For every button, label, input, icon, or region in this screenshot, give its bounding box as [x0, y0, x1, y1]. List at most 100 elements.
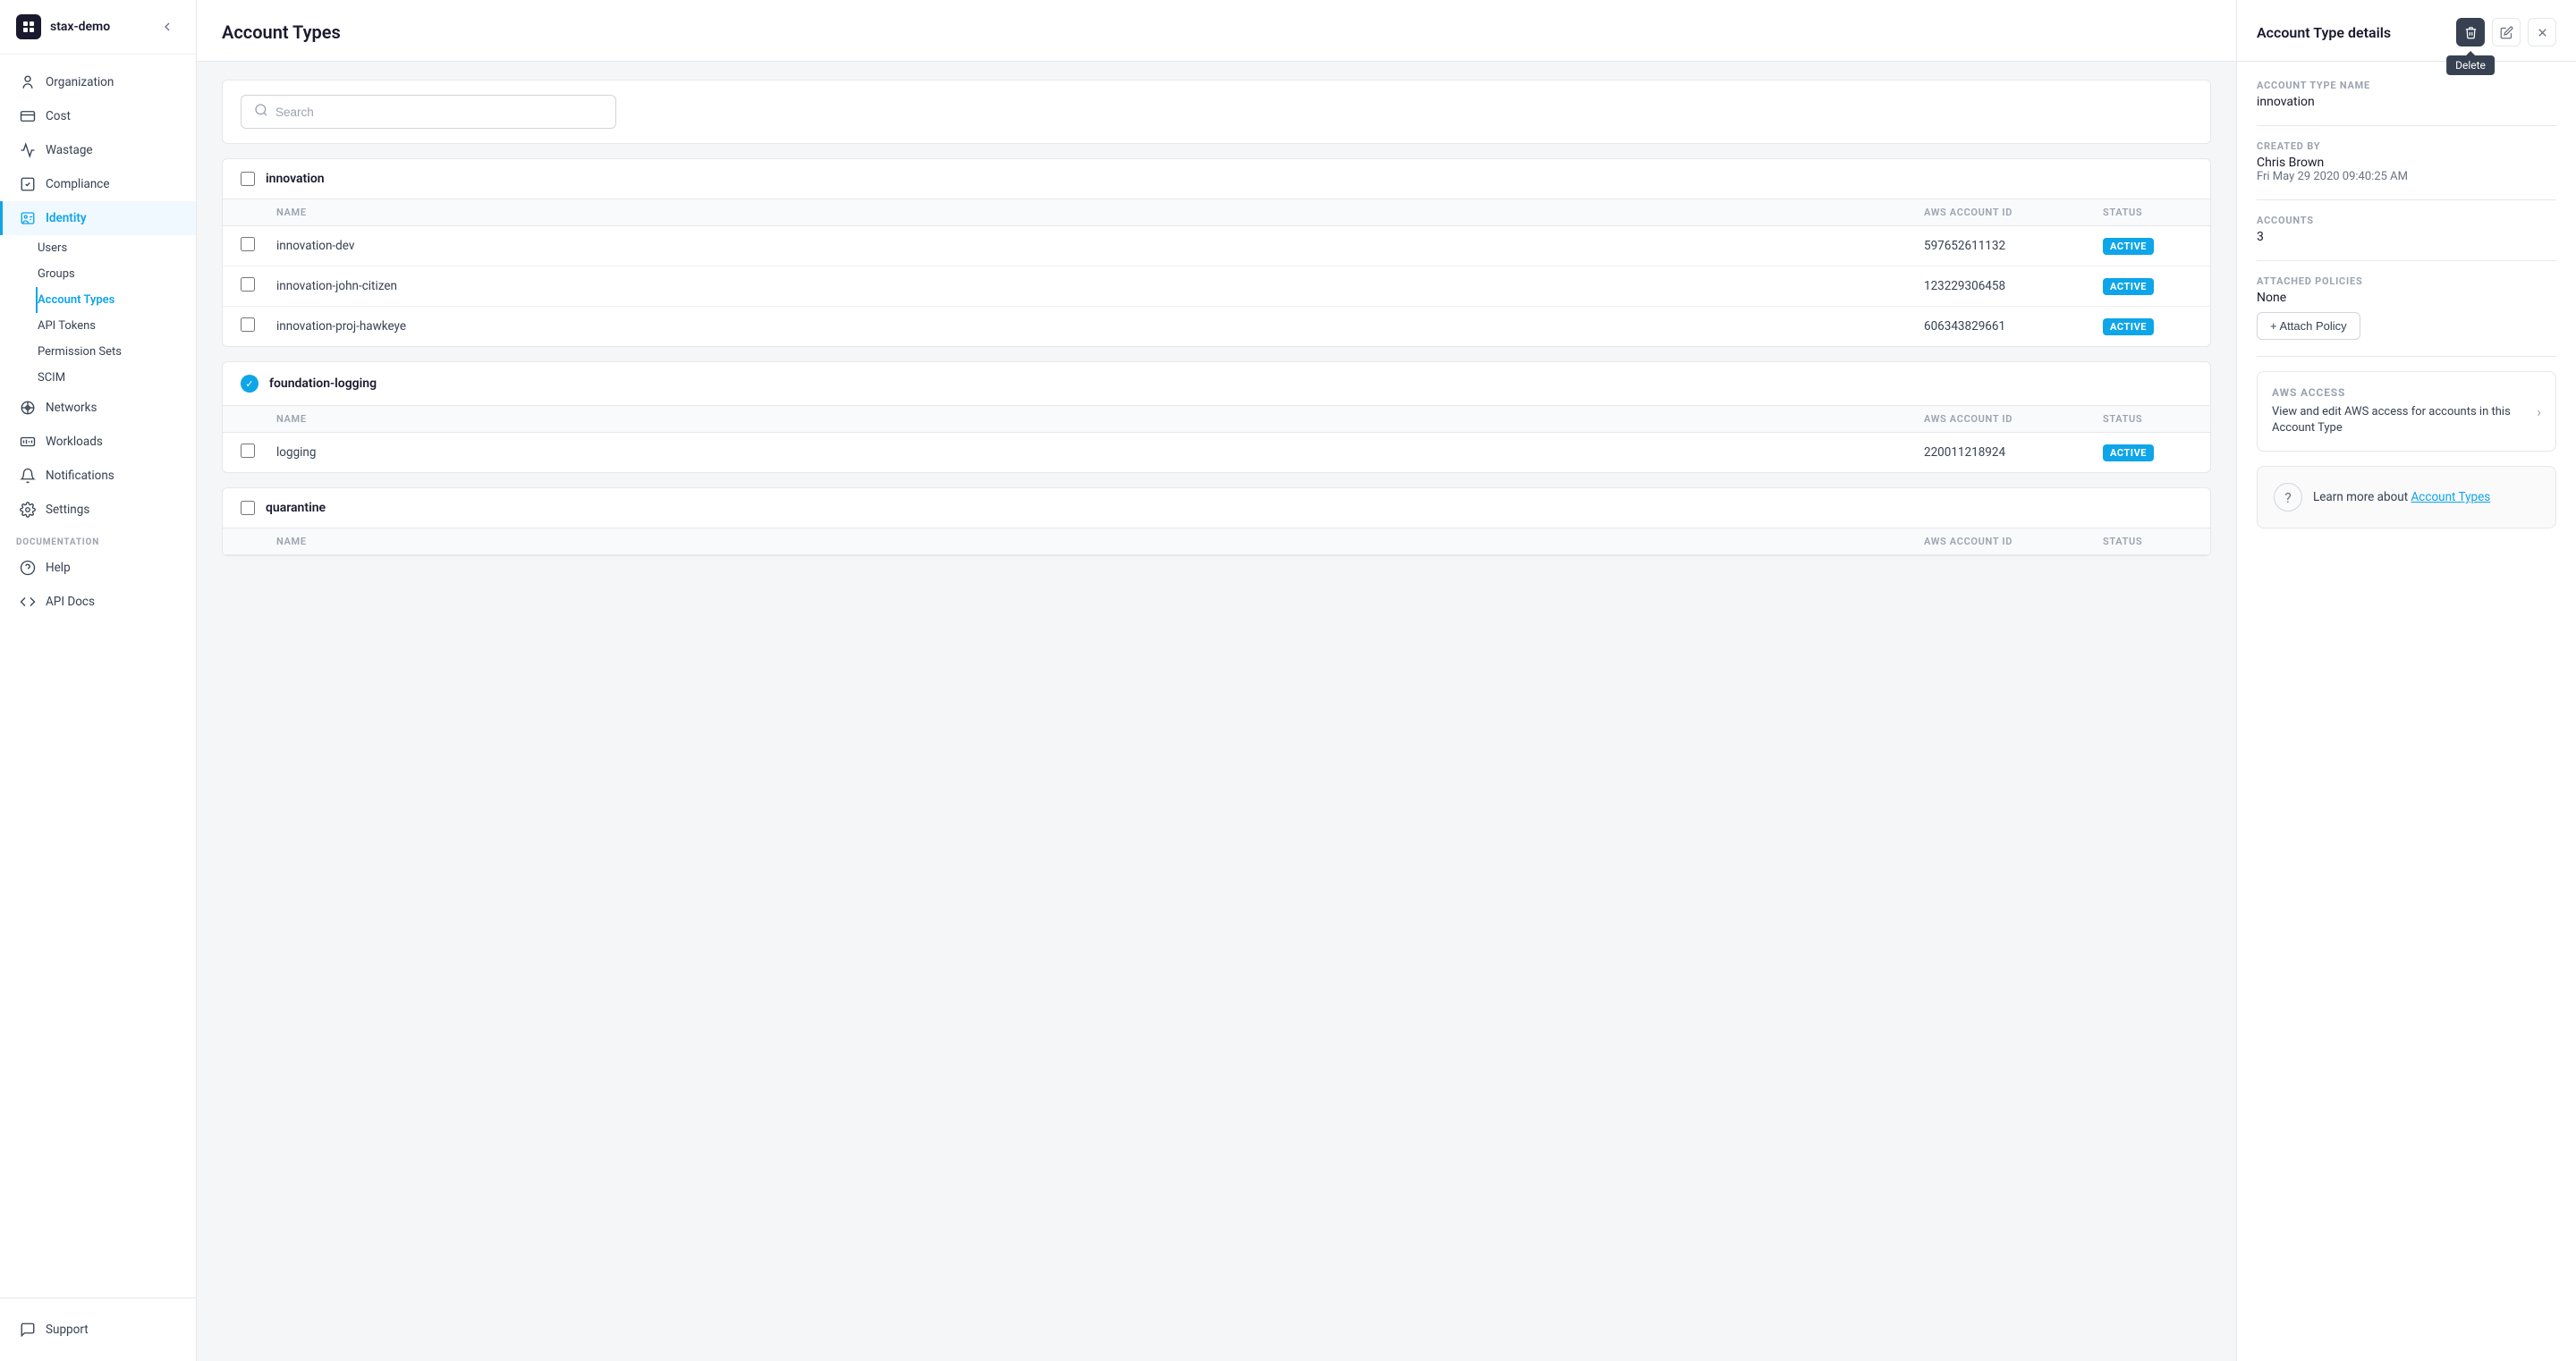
row-name: logging	[276, 445, 1924, 460]
sidebar-item-workloads-label: Workloads	[46, 435, 103, 449]
sub-nav-account-types[interactable]: Account Types	[36, 287, 196, 313]
sub-nav-api-tokens[interactable]: API Tokens	[36, 313, 196, 339]
close-button[interactable]	[2528, 18, 2556, 46]
identity-sub-nav: Users Groups Account Types API Tokens Pe…	[0, 235, 196, 391]
divider	[2257, 125, 2556, 126]
attach-policy-button[interactable]: + Attach Policy	[2257, 312, 2360, 340]
search-container	[222, 80, 2211, 144]
row-checkbox[interactable]	[241, 444, 255, 458]
foundation-logging-table-header: NAME AWS ACCOUNT ID STATUS	[223, 406, 2210, 433]
row-aws-id: 123229306458	[1924, 279, 2103, 293]
sub-nav-users[interactable]: Users	[36, 235, 196, 261]
cost-icon	[19, 107, 37, 125]
sub-nav-groups[interactable]: Groups	[36, 261, 196, 287]
notifications-icon	[19, 467, 37, 485]
account-type-name-field: ACCOUNT TYPE NAME innovation	[2257, 80, 2556, 109]
row-aws-id: 606343829661	[1924, 319, 2103, 334]
row-name: innovation-dev	[276, 239, 1924, 253]
search-input[interactable]	[275, 106, 603, 119]
row-aws-id: 220011218924	[1924, 445, 2103, 460]
table-row: innovation-john-citizen 123229306458 ACT…	[223, 266, 2210, 307]
col-name-header: NAME	[276, 536, 1924, 547]
col-aws-id-header: AWS ACCOUNT ID	[1924, 413, 2103, 425]
page-header: Account Types	[197, 0, 2236, 62]
aws-access-description: View and edit AWS access for accounts in…	[2272, 404, 2537, 436]
sidebar-item-wastage[interactable]: Wastage	[0, 133, 196, 167]
sidebar-item-help-label: Help	[46, 561, 71, 575]
account-type-innovation: innovation NAME AWS ACCOUNT ID STATUS in…	[222, 158, 2211, 347]
sidebar-item-identity[interactable]: Identity	[0, 201, 196, 235]
row-aws-id: 597652611132	[1924, 239, 2103, 253]
accounts-value: 3	[2257, 230, 2556, 244]
status-badge: ACTIVE	[2103, 238, 2154, 255]
row-name: innovation-proj-hawkeye	[276, 319, 1924, 334]
row-name: innovation-john-citizen	[276, 279, 1924, 293]
foundation-logging-header: ✓ foundation-logging	[223, 362, 2210, 406]
divider	[2257, 199, 2556, 200]
sidebar: stax-demo Organization Cost Wastage	[0, 0, 197, 1361]
col-checkbox-space	[241, 207, 276, 218]
networks-icon	[19, 399, 37, 417]
learn-more-link[interactable]: Account Types	[2411, 490, 2491, 504]
row-checkbox[interactable]	[241, 237, 255, 251]
col-checkbox-space	[241, 413, 276, 425]
sidebar-item-organization-label: Organization	[46, 75, 114, 89]
collapse-button[interactable]	[155, 14, 180, 39]
col-aws-id-header: AWS ACCOUNT ID	[1924, 207, 2103, 218]
accounts-label: ACCOUNTS	[2257, 215, 2556, 226]
search-input-wrap[interactable]	[241, 95, 616, 129]
sidebar-item-help[interactable]: Help	[0, 551, 196, 585]
innovation-name: innovation	[266, 172, 325, 186]
sidebar-item-api-docs[interactable]: API Docs	[0, 585, 196, 619]
api-docs-icon	[19, 593, 37, 611]
innovation-checkbox[interactable]	[241, 172, 255, 186]
sidebar-header: stax-demo	[0, 0, 196, 55]
sidebar-item-networks-label: Networks	[46, 401, 97, 415]
sidebar-item-cost[interactable]: Cost	[0, 99, 196, 133]
edit-button[interactable]	[2492, 18, 2521, 46]
col-status-header: STATUS	[2103, 536, 2192, 547]
chevron-right-icon: ›	[2537, 403, 2541, 420]
col-name-header: NAME	[276, 207, 1924, 218]
status-badge: ACTIVE	[2103, 444, 2154, 461]
delete-button[interactable]	[2456, 18, 2485, 46]
workloads-icon	[19, 433, 37, 451]
table-row: logging 220011218924 ACTIVE	[223, 433, 2210, 472]
created-by-date: Fri May 29 2020 09:40:25 AM	[2257, 170, 2556, 183]
row-status: ACTIVE	[2103, 318, 2192, 335]
account-type-foundation-logging: ✓ foundation-logging NAME AWS ACCOUNT ID…	[222, 361, 2211, 473]
sub-nav-scim[interactable]: SCIM	[36, 365, 196, 391]
created-by-field: CREATED BY Chris Brown Fri May 29 2020 0…	[2257, 140, 2556, 183]
sidebar-item-support-label: Support	[46, 1323, 89, 1337]
attached-policies-value: None	[2257, 291, 2556, 305]
table-row: innovation-proj-hawkeye 606343829661 ACT…	[223, 307, 2210, 346]
sidebar-item-notifications[interactable]: Notifications	[0, 459, 196, 493]
quarantine-checkbox[interactable]	[241, 501, 255, 515]
sidebar-item-settings[interactable]: Settings	[0, 493, 196, 527]
aws-access-content: AWS ACCESS View and edit AWS access for …	[2272, 386, 2537, 436]
sidebar-item-workloads[interactable]: Workloads	[0, 425, 196, 459]
sidebar-item-organization[interactable]: Organization	[0, 65, 196, 99]
right-panel: Account Type details Delete ACCOUNT TYPE…	[2236, 0, 2576, 1361]
accounts-field: ACCOUNTS 3	[2257, 215, 2556, 244]
row-checkbox[interactable]	[241, 317, 255, 332]
organization-icon	[19, 73, 37, 91]
account-type-quarantine: quarantine NAME AWS ACCOUNT ID STATUS	[222, 487, 2211, 556]
status-badge: ACTIVE	[2103, 278, 2154, 295]
aws-access-title: AWS ACCESS	[2272, 386, 2537, 399]
sidebar-item-compliance[interactable]: Compliance	[0, 167, 196, 201]
aws-access-card[interactable]: AWS ACCESS View and edit AWS access for …	[2257, 371, 2556, 452]
sidebar-item-support[interactable]: Support	[0, 1313, 196, 1347]
learn-more-card: ? Learn more about Account Types	[2257, 466, 2556, 528]
row-status: ACTIVE	[2103, 278, 2192, 295]
check-circle-icon: ✓	[241, 375, 258, 393]
content-area: innovation NAME AWS ACCOUNT ID STATUS in…	[197, 62, 2236, 588]
sub-nav-permission-sets[interactable]: Permission Sets	[36, 339, 196, 365]
app-name: stax-demo	[50, 20, 110, 34]
sidebar-item-identity-label: Identity	[46, 211, 87, 225]
app-logo	[16, 14, 41, 39]
panel-body: ACCOUNT TYPE NAME innovation CREATED BY …	[2237, 62, 2576, 1361]
row-checkbox[interactable]	[241, 277, 255, 292]
delete-tooltip: Delete	[2446, 55, 2495, 75]
sidebar-item-networks[interactable]: Networks	[0, 391, 196, 425]
